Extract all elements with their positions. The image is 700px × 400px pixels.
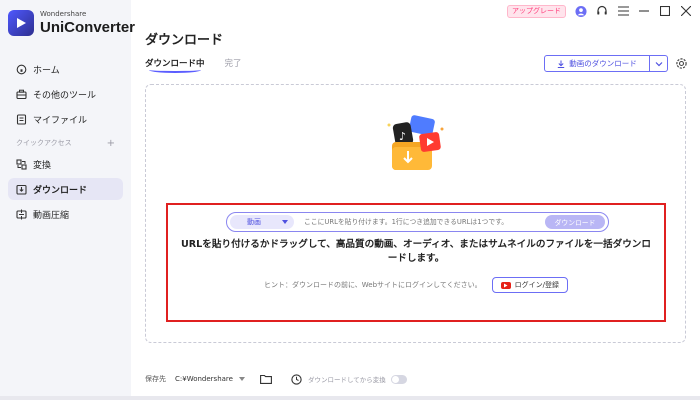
url-download-button[interactable]: ダウンロード — [545, 215, 605, 229]
login-register-button[interactable]: ログイン/登録 — [491, 277, 568, 293]
sidebar-item-myfiles[interactable]: マイファイル — [8, 108, 123, 130]
download-video-label: 動画のダウンロード — [569, 59, 637, 68]
clock-icon — [291, 373, 303, 385]
drop-instruction: URLを貼り付けるかドラッグして、高品質の動画、オーディオ、またはサムネイルのフ… — [181, 239, 651, 264]
top-actions: 動画のダウンロード — [544, 55, 688, 72]
taskbar-strip — [0, 396, 700, 400]
media-type-value: 動画 — [247, 218, 261, 226]
compress-icon — [16, 209, 27, 220]
sidebar: Wondershare UniConverter ホーム その他のツール マイフ… — [0, 0, 135, 400]
file-icon — [16, 113, 27, 125]
tab-completed[interactable]: 完了 — [225, 57, 242, 73]
sidebar-item-download[interactable]: ダウンロード — [8, 178, 123, 200]
sidebar-item-label: ダウンロード — [33, 185, 88, 196]
sidebar-item-tools[interactable]: その他のツール — [8, 83, 123, 105]
sidebar-item-label: マイファイル — [33, 115, 88, 126]
toolbox-icon — [16, 89, 27, 100]
download-video-button[interactable]: 動画のダウンロード — [544, 55, 650, 72]
sidebar-item-label: ホーム — [33, 65, 60, 76]
download-icon — [16, 184, 27, 195]
hint-row: ヒント：ダウンロードの前に、Webサイトにログインしてください。 ログイン/登録 — [168, 277, 664, 293]
open-folder-icon[interactable] — [260, 373, 272, 385]
close-icon[interactable] — [680, 5, 692, 17]
login-hint: ヒント：ダウンロードの前に、Webサイトにログインしてください。 — [264, 281, 482, 289]
add-quick-access-button[interactable]: + — [107, 138, 115, 149]
save-path-value: C:¥Wondershare — [175, 375, 233, 383]
sidebar-nav: ホーム その他のツール マイファイル クイックアクセス + 変換 ダウンロード … — [0, 55, 131, 228]
bottom-bar: 保存先 C:¥Wondershare ダウンロードしてから変換 — [145, 372, 407, 386]
home-icon — [16, 64, 27, 75]
uniconverter-logo-icon — [8, 10, 34, 36]
page-title: ダウンロード — [145, 33, 224, 48]
quick-access-label: クイックアクセス — [16, 139, 72, 147]
download-options-dropdown[interactable] — [650, 55, 668, 72]
maximize-icon[interactable] — [659, 5, 671, 17]
download-arrow-icon — [558, 60, 565, 68]
media-download-illustration-icon: ♪ — [384, 107, 448, 177]
sidebar-item-compress[interactable]: 動画圧縮 — [8, 203, 123, 225]
url-bar: 動画 ダウンロード — [226, 212, 609, 232]
download-then-convert-toggle[interactable] — [390, 374, 407, 384]
url-input[interactable] — [304, 218, 545, 226]
caret-down-icon — [282, 220, 288, 224]
media-type-select[interactable]: 動画 — [230, 215, 294, 229]
sidebar-item-label: その他のツール — [33, 90, 97, 101]
brand-name: UniConverter — [40, 19, 136, 36]
upgrade-button[interactable]: アップグレード — [507, 4, 566, 18]
download-drop-area[interactable]: ♪ 動画 ダウンロード URLを貼り付けるかドラッグして、高品質の動画、オーディ… — [145, 84, 686, 343]
minimize-icon[interactable] — [638, 5, 650, 17]
menu-icon[interactable] — [617, 5, 629, 17]
tab-downloading[interactable]: ダウンロード中 — [145, 57, 205, 73]
quick-access-section: クイックアクセス + — [16, 136, 115, 150]
account-icon[interactable] — [575, 5, 587, 17]
sidebar-item-home[interactable]: ホーム — [8, 58, 123, 80]
brand: Wondershare UniConverter — [8, 10, 135, 36]
save-path-select[interactable]: C:¥Wondershare — [171, 372, 249, 386]
caret-down-icon — [238, 377, 245, 381]
download-then-convert-label: ダウンロードしてから変換 — [307, 376, 386, 384]
svg-text:♪: ♪ — [399, 130, 406, 143]
sidebar-item-convert[interactable]: 変換 — [8, 153, 123, 175]
title-bar: アップグレード — [507, 0, 700, 22]
save-location-label: 保存先 — [145, 375, 166, 383]
sidebar-item-label: 変換 — [33, 160, 52, 171]
login-register-label: ログイン/登録 — [514, 281, 559, 289]
youtube-icon — [500, 281, 511, 289]
support-headset-icon[interactable] — [596, 5, 608, 17]
settings-gear-icon[interactable] — [674, 57, 688, 71]
sidebar-item-label: 動画圧縮 — [33, 210, 70, 221]
convert-icon — [16, 158, 27, 170]
url-input-highlight: 動画 ダウンロード URLを貼り付けるかドラッグして、高品質の動画、オーディオ、… — [166, 203, 666, 322]
download-tabs: ダウンロード中 完了 — [145, 57, 242, 73]
brand-sub: Wondershare — [40, 10, 87, 18]
chevron-down-icon — [655, 61, 662, 66]
